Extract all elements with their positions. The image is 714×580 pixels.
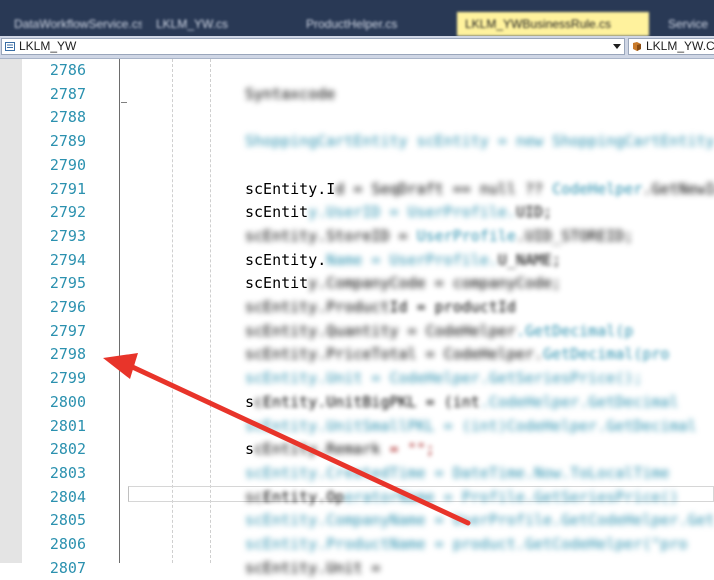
code-line[interactable]: scEntity.OperatorName = Profile.GetSerie… (245, 485, 678, 509)
code-token: y.UserID = UserProfile. (308, 203, 516, 222)
code-token: UID; (515, 203, 553, 222)
line-number: 2793 (49, 226, 86, 245)
code-token: .UID_STOREID; (515, 226, 634, 245)
code-token: scEntity.ProductName = product.GetCodeHe… (245, 535, 688, 553)
code-token: = ""; (380, 440, 435, 459)
line-number: 2788 (49, 108, 86, 127)
code-token: GetDecimal(pro (543, 345, 670, 364)
code-token: .GetDecimal(p (515, 321, 634, 340)
line-number: 2802 (49, 440, 86, 459)
project-name: LKLM_YW (19, 39, 77, 53)
code-token: U_NAME; (497, 250, 562, 269)
code-token: scEntity.I (245, 179, 336, 198)
code-line[interactable]: scEntity.CreatedTime = DateTime.Now.ToLo… (245, 461, 669, 485)
navigation-bar: LKLM_YW LKLM_YW.C (0, 36, 714, 59)
code-line[interactable]: scEntity.UnitSmallPKL = (int)CodeHelper.… (245, 414, 697, 438)
line-number-gutter: 2786 2787 2788 2789 2790 2791 2792 2793 2794 2795… (22, 59, 120, 577)
code-token: .GetNewId (642, 179, 714, 198)
code-token: eratorName = Profile.GetSeriesPrice() (344, 487, 679, 506)
code-token: scEntity. (245, 250, 327, 269)
code-token: scEntity.Product (245, 298, 390, 316)
line-number: 2786 (49, 61, 86, 79)
line-number: 2805 (49, 511, 86, 530)
code-line[interactable]: scEntity.ProductName = product.GetCodeHe… (245, 532, 688, 556)
line-number: 2792 (49, 203, 86, 222)
code-line[interactable]: scEntity.UnitBigPKL = (int.CodeHelper.Ge… (245, 390, 679, 414)
code-line[interactable]: scEntity.Remark = ""; (245, 437, 435, 461)
line-number: 2800 (49, 392, 86, 411)
class-member-icon (633, 42, 641, 51)
code-token: scEntit (245, 274, 309, 293)
line-number: 2795 (49, 274, 86, 293)
code-line[interactable]: scEntity.UserID = UserProfile.UID; (245, 200, 552, 224)
member-dropdown[interactable]: LKLM_YW.C (628, 38, 714, 55)
project-file-icon (5, 42, 15, 51)
code-token: scEntity.Unit = (245, 558, 390, 577)
line-number: 2791 (49, 179, 86, 198)
code-line[interactable]: Syntaxcode (245, 82, 335, 106)
code-line[interactable]: scEntity.Name = UserProfile.U_NAME; (245, 248, 561, 272)
code-line[interactable]: scEntity.CompanyName = UserProfile.GetCo… (245, 508, 714, 532)
code-token: y.CompanyCode = companyCode; (308, 274, 562, 293)
code-token: CodeHelper (552, 179, 643, 198)
code-token: Entity.UnitBigPKL = (int (263, 392, 480, 411)
code-line[interactable]: scEntity.Unit = (245, 556, 390, 580)
code-token: scEntit (245, 203, 309, 222)
code-line[interactable]: scEntity.Quantity = CodeHelper.GetDecima… (245, 319, 633, 343)
tab-data-workflow-service[interactable]: DataWorkflowService.cs (6, 12, 142, 36)
tab-product-helper[interactable]: ProductHelper.cs (298, 12, 444, 36)
tab-business-rule[interactable]: LKLM_YWBusinessRule.cs (457, 12, 649, 36)
code-token: scEntity.Quantity = CodeHelper (245, 321, 516, 340)
member-name: LKLM_YW.C (646, 39, 714, 53)
tab-service[interactable]: Service (660, 12, 714, 36)
line-number: 2787 (49, 84, 86, 103)
chevron-down-icon[interactable] (613, 44, 621, 49)
code-token: sc (245, 487, 264, 506)
line-number: 2804 (49, 487, 86, 506)
code-token: s (245, 440, 255, 459)
code-line[interactable]: scEntity.ProductId = productId (245, 295, 516, 319)
line-number: 2790 (49, 155, 86, 174)
code-line[interactable]: scEntity.CompanyCode = companyCode; (245, 271, 561, 295)
code-token: d = SeqDraft == null ?? (335, 179, 553, 198)
code-token: cEntity.Remark (254, 440, 381, 459)
line-number: 2806 (49, 535, 86, 553)
document-tab-strip: DataWorkflowService.cs LKLM_YW.cs Produc… (0, 0, 714, 36)
code-token: UserProfile (416, 226, 516, 245)
code-token: scEntity.PriceTotal = CodeHelper. (245, 345, 544, 364)
outlining-margin-line (119, 59, 120, 563)
code-token: Entity.Op (263, 487, 345, 506)
code-line[interactable]: scEntity.Unit = CodeHelper.GetSeriesPric… (245, 366, 642, 390)
line-number: 2794 (49, 250, 86, 269)
code-token: c (254, 392, 264, 411)
line-number: 2796 (49, 298, 86, 316)
code-token: scEntity.CompanyName = UserProfile.GetCo… (245, 511, 714, 530)
code-line[interactable]: scEntity.StoreID = UserProfile.UID_STORE… (245, 224, 633, 248)
tab-lklm-yw[interactable]: LKLM_YW.cs (148, 12, 264, 36)
code-editor[interactable]: 2786 2787 2788 2789 2790 2791 2792 2793 2794 2795… (0, 59, 714, 577)
code-token: scEntity.Unit = CodeHelper.GetSeriesPric… (245, 369, 643, 388)
line-number: 2789 (49, 132, 86, 151)
code-token: Name = UserProfile. (326, 250, 498, 269)
line-number: 2797 (49, 321, 86, 340)
line-number: 2803 (49, 463, 86, 482)
code-token: ShoppingCartEntity scEntity = new Shoppi… (245, 132, 714, 151)
code-token: .CodeHelper.GetDecimal (479, 392, 679, 411)
code-token: s (245, 392, 255, 411)
code-token: Id = productId (389, 298, 516, 316)
code-line[interactable]: scEntity.Id = SeqDraft == null ?? CodeHe… (245, 177, 714, 201)
line-number: 2799 (49, 369, 86, 388)
line-number: 2807 (49, 558, 86, 577)
code-token: scEntity.StoreID = (245, 226, 417, 245)
code-token: Syntaxcode (245, 84, 336, 103)
project-dropdown[interactable]: LKLM_YW (1, 38, 625, 55)
code-token: scEntity.UnitSmallPKL = (int)CodeHelper.… (245, 416, 697, 435)
code-line[interactable]: ShoppingCartEntity scEntity = new Shoppi… (245, 129, 714, 153)
code-token: scEntity.CreatedTime = DateTime.Now.ToLo… (245, 463, 670, 482)
line-number: 2798 (49, 345, 86, 364)
code-line[interactable]: scEntity.PriceTotal = CodeHelper.GetDeci… (245, 342, 669, 366)
selection-margin[interactable] (0, 59, 22, 563)
outline-tick (121, 102, 127, 103)
line-number: 2801 (49, 416, 86, 435)
